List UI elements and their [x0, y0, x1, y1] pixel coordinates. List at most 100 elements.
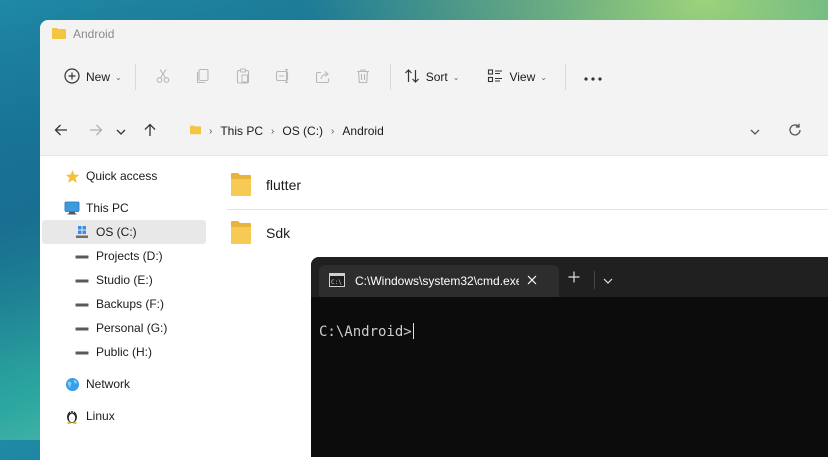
window-title: Android — [73, 27, 115, 41]
file-row-sdk[interactable]: Sdk — [230, 210, 290, 256]
folder-icon — [230, 219, 252, 248]
sort-label: Sort — [425, 70, 448, 84]
star-icon — [64, 169, 80, 184]
sidebar-item-projects-d[interactable]: Projects (D:) — [74, 244, 238, 268]
sidebar-item-label: Public (H:) — [96, 345, 153, 359]
more-options-button[interactable] — [573, 62, 613, 92]
toolbar-divider — [389, 64, 391, 90]
breadcrumb-this-pc[interactable]: This PC — [220, 124, 263, 138]
drive-icon — [74, 301, 90, 307]
forward-button[interactable] — [82, 117, 110, 145]
sidebar-item-quick-access[interactable]: Quick access — [64, 164, 228, 188]
refresh-icon[interactable] — [788, 123, 802, 140]
cut-button[interactable] — [143, 62, 183, 92]
chevron-right-icon: › — [331, 125, 335, 137]
divider — [227, 209, 828, 210]
up-button[interactable] — [136, 117, 164, 145]
chevron-down-icon: ⌄ — [115, 72, 122, 82]
chevron-right-icon: › — [209, 125, 213, 137]
new-tab-button[interactable] — [568, 271, 580, 286]
folder-icon — [190, 124, 201, 138]
sidebar-item-label: OS (C:) — [96, 225, 137, 239]
view-label: View — [509, 70, 536, 84]
sidebar-item-label: Backups (F:) — [96, 297, 165, 311]
sidebar-item-label: Network — [86, 377, 131, 391]
copy-icon — [195, 68, 211, 87]
sidebar-item-os-c[interactable]: OS (C:) — [42, 220, 206, 244]
sidebar-item-label: This PC — [86, 201, 129, 215]
clipboard-icon — [235, 67, 251, 87]
sidebar-item-network[interactable]: Network — [64, 372, 228, 396]
terminal-tab[interactable]: C:\ C:\Windows\system32\cmd.exe — [319, 265, 559, 297]
toolbar-divider — [134, 64, 136, 90]
breadcrumb: › This PC › OS (C:) › Android — [190, 124, 384, 138]
more-icon — [584, 70, 602, 84]
drive-icon — [74, 253, 90, 259]
breadcrumb-android[interactable]: Android — [342, 124, 383, 138]
breadcrumb-os-c[interactable]: OS (C:) — [282, 124, 323, 138]
new-button[interactable]: New ⌄ — [58, 62, 128, 92]
address-bar-row: › This PC › OS (C:) › Android — [40, 116, 828, 146]
delete-button[interactable] — [343, 62, 383, 92]
copy-button[interactable] — [183, 62, 223, 92]
svg-text:C:\: C:\ — [331, 279, 342, 286]
scissors-icon — [155, 68, 171, 87]
drive-icon — [74, 277, 90, 283]
sidebar-item-label: Personal (G:) — [96, 321, 168, 335]
address-history-dropdown[interactable] — [750, 124, 760, 138]
window-titlebar[interactable]: Android — [40, 20, 828, 48]
terminal-window: C:\ C:\Windows\system32\cmd.exe C:\Andro… — [311, 257, 828, 457]
address-actions — [750, 123, 802, 140]
sidebar-item-label: Quick access — [86, 169, 158, 183]
sidebar-item-label: Studio (E:) — [96, 273, 153, 287]
rename-icon — [275, 68, 291, 87]
text-cursor — [412, 323, 414, 339]
command-prompt: C:\Android> — [319, 324, 412, 340]
sort-icon — [404, 68, 420, 87]
drive-icon — [74, 349, 90, 355]
sidebar-item-studio-e[interactable]: Studio (E:) — [74, 268, 238, 292]
sidebar-item-label: Linux — [86, 409, 115, 423]
chevron-right-icon: › — [271, 125, 275, 137]
command-bar: New ⌄ Sort ⌄ View ⌄ — [40, 58, 828, 96]
monitor-icon — [64, 201, 80, 215]
view-button[interactable]: View ⌄ — [481, 62, 553, 92]
cmd-icon: C:\ — [329, 272, 345, 290]
chevron-down-icon — [116, 124, 126, 138]
arrow-up-icon — [143, 123, 157, 140]
new-label: New — [86, 70, 111, 84]
plus-circle-icon — [64, 67, 80, 87]
file-name: flutter — [266, 177, 302, 193]
tab-dropdown-button[interactable] — [603, 273, 613, 287]
penguin-icon — [64, 408, 80, 424]
sidebar-item-backups-f[interactable]: Backups (F:) — [74, 292, 238, 316]
recent-locations-button[interactable] — [110, 117, 132, 145]
share-button[interactable] — [303, 62, 343, 92]
trash-icon — [355, 68, 371, 87]
chevron-down-icon: ⌄ — [452, 72, 460, 82]
paste-button[interactable] — [223, 62, 263, 92]
sort-button[interactable]: Sort ⌄ — [398, 62, 466, 92]
navigation-pane: Quick access This PC OS (C:) Projects (D… — [40, 156, 208, 460]
back-button[interactable] — [47, 117, 75, 145]
sidebar-item-this-pc[interactable]: This PC — [64, 196, 228, 220]
sidebar-item-personal-g[interactable]: Personal (G:) — [74, 316, 238, 340]
terminal-tab-bar: C:\ C:\Windows\system32\cmd.exe — [311, 257, 828, 297]
terminal-output[interactable]: C:\Android> — [319, 323, 414, 340]
terminal-tab-title: C:\Windows\system32\cmd.exe — [355, 274, 519, 288]
arrow-right-icon — [89, 123, 103, 140]
divider — [594, 271, 595, 289]
folder-icon — [52, 27, 66, 42]
sidebar-item-linux[interactable]: Linux — [64, 404, 228, 428]
toolbar-divider — [564, 64, 566, 90]
chevron-down-icon: ⌄ — [540, 72, 547, 82]
folder-icon — [230, 171, 252, 200]
share-icon — [315, 68, 331, 87]
list-view-icon — [487, 68, 503, 87]
rename-button[interactable] — [263, 62, 303, 92]
file-row-flutter[interactable]: flutter — [230, 162, 301, 208]
file-name: Sdk — [266, 225, 291, 241]
close-icon[interactable] — [527, 274, 537, 288]
drive-icon — [74, 325, 90, 331]
sidebar-item-public-h[interactable]: Public (H:) — [74, 340, 238, 364]
